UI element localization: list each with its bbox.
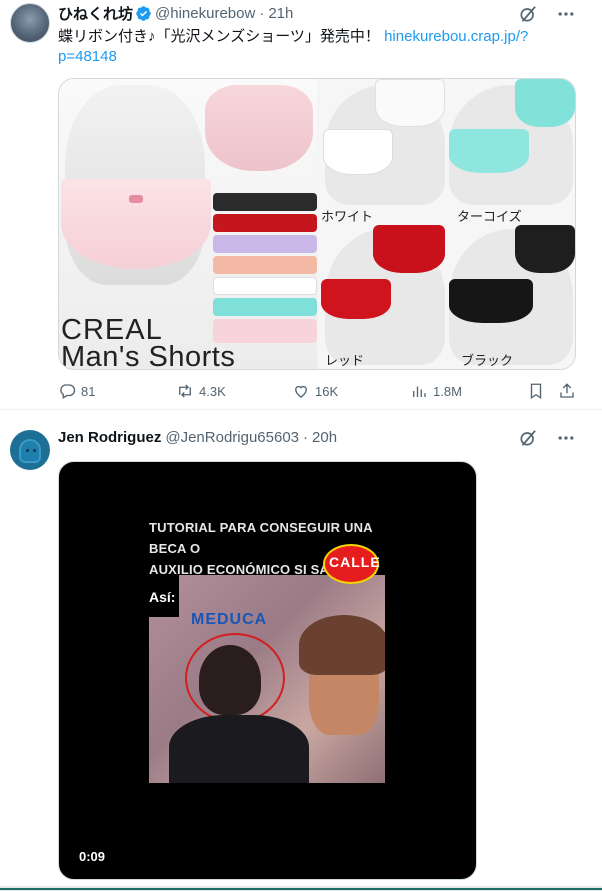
- more-icon[interactable]: [556, 4, 576, 24]
- tweet-link-part2[interactable]: p=48148: [58, 48, 117, 65]
- bookmark-icon: [530, 383, 542, 400]
- timestamp[interactable]: 21h: [268, 5, 293, 22]
- tweet-actions: 81 4.3K 16K 1.8M: [58, 382, 576, 402]
- label-red: レッド: [325, 353, 365, 368]
- red-brief-back: [373, 225, 445, 273]
- bow-icon: [129, 195, 143, 203]
- more-icon[interactable]: [556, 428, 576, 448]
- timestamp[interactable]: 20h: [312, 429, 337, 446]
- grok-icon[interactable]: [518, 4, 538, 24]
- header-actions: [518, 428, 576, 448]
- red-brief: [321, 279, 391, 319]
- header-actions: [518, 4, 576, 24]
- avatar[interactable]: [10, 3, 50, 43]
- label-black: ブラック: [461, 353, 514, 368]
- label-white: ホワイト: [321, 209, 374, 224]
- tweet-link-part1[interactable]: hinekurebou.crap.jp/?: [384, 28, 528, 45]
- reply-count: 81: [81, 383, 96, 399]
- tweet-header: Jen Rodriguez @JenRodrigu65603 · 20h: [58, 429, 337, 446]
- share-button[interactable]: [558, 382, 576, 400]
- tweet-jenrodriguez[interactable]: Jen Rodriguez @JenRodrigu65603 · 20h TUT…: [0, 411, 602, 891]
- tweet-video[interactable]: TUTORIAL PARA CONSEGUIR UNA BECA O AUXIL…: [58, 461, 477, 880]
- bookmark-button[interactable]: [527, 382, 545, 400]
- tweet-text-body: 蝶リボン付き♪「光沢メンズショーツ」発売中！: [58, 28, 385, 45]
- black-brief-back: [515, 225, 575, 273]
- person-left-body: [169, 715, 309, 783]
- product-image-colors: ホワイト ターコイズ レッド ブラック: [319, 79, 575, 369]
- views-count: 1.8M: [433, 383, 462, 399]
- pink-brief: [61, 179, 211, 269]
- repost-button[interactable]: 4.3K: [176, 382, 226, 400]
- handle[interactable]: @hinekurebow: [155, 5, 255, 22]
- pink-brief-back: [205, 85, 313, 171]
- like-icon: [295, 385, 307, 398]
- video-overlay-asi: Así:: [149, 575, 179, 617]
- brand-line2: Man's Shorts: [61, 341, 236, 370]
- tweet-text: 蝶リボン付き♪「光沢メンズショーツ」発売中！ hinekurebou.crap.…: [58, 27, 568, 67]
- reply-icon: [60, 384, 76, 399]
- color-stack: [213, 193, 317, 343]
- repost-icon: [179, 384, 191, 398]
- scroll-indicator: [0, 888, 602, 890]
- calle-badge-text: CALLE: [329, 554, 381, 570]
- views-button[interactable]: 1.8M: [410, 382, 462, 400]
- reply-button[interactable]: 81: [58, 382, 95, 400]
- white-brief-back: [375, 79, 445, 127]
- video-frame: Así: MEDUCA: [149, 575, 385, 783]
- white-brief: [323, 129, 393, 175]
- grok-icon[interactable]: [518, 428, 538, 448]
- separator: ·: [303, 429, 309, 446]
- share-icon: [560, 383, 574, 398]
- product-image-main: CREAL Man's Shorts: [59, 79, 317, 370]
- default-avatar-face: [19, 439, 41, 463]
- black-brief: [449, 279, 533, 323]
- video-overlay-logo: MEDUCA: [191, 611, 268, 628]
- like-button[interactable]: 16K: [292, 382, 338, 400]
- like-count: 16K: [315, 383, 339, 399]
- verified-badge-icon: [136, 6, 151, 21]
- display-name[interactable]: Jen Rodriguez: [58, 429, 161, 446]
- display-name[interactable]: ひねくれ坊: [58, 3, 133, 24]
- person-left: [199, 645, 261, 715]
- label-turquoise: ターコイズ: [457, 209, 522, 224]
- calle-badge-icon: CALLE: [317, 536, 385, 592]
- repost-count: 4.3K: [199, 383, 226, 399]
- turquoise-brief-back: [515, 79, 575, 127]
- person-right-hair: [299, 615, 385, 675]
- turquoise-brief: [449, 129, 529, 173]
- video-duration: 0:09: [79, 849, 106, 864]
- views-icon: [413, 386, 426, 397]
- handle[interactable]: @JenRodrigu65603: [165, 429, 299, 446]
- tweet-header: ひねくれ坊 @hinekurebow · 21h: [58, 3, 293, 24]
- separator: ·: [259, 5, 265, 22]
- tweet-hinekurebow[interactable]: ひねくれ坊 @hinekurebow · 21h 蝶リボン付き♪「光沢メンズショ…: [0, 0, 602, 410]
- avatar[interactable]: [10, 430, 50, 470]
- tweet-image[interactable]: CREAL Man's Shorts ホワイト ターコイズ レッド ブラック: [58, 78, 576, 370]
